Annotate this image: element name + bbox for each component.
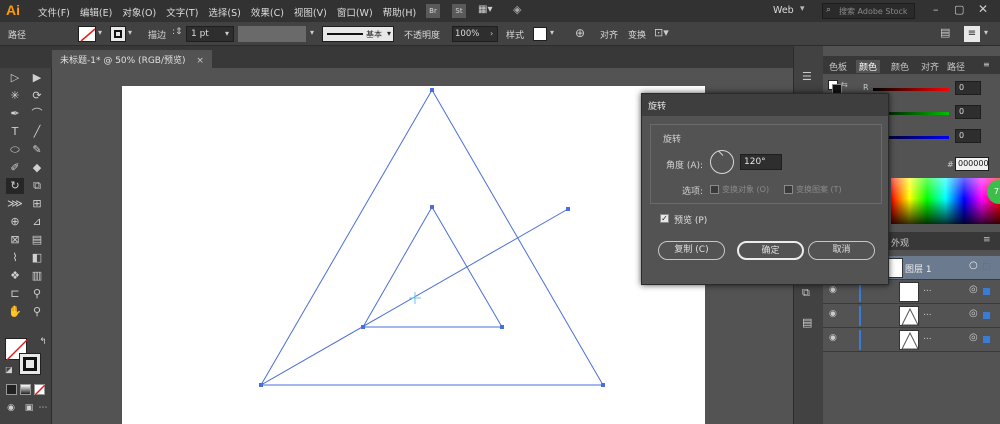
layer-name: 图层 1 (905, 265, 932, 275)
layer-dots: ... (923, 332, 932, 342)
target-icon[interactable]: ◎ (969, 332, 978, 343)
tab-align[interactable]: 对齐 (921, 60, 939, 73)
r-label: R (863, 83, 869, 92)
r-slider[interactable] (873, 88, 949, 91)
tab-color-guide[interactable]: 颜色 (891, 60, 909, 73)
target-icon[interactable]: ◎ (969, 284, 978, 295)
anchor-point (430, 88, 434, 92)
layer-thumbnail (899, 306, 919, 326)
anchor-point (601, 383, 605, 387)
inner-triangle[interactable] (361, 205, 504, 329)
layer-dots: ... (923, 284, 932, 294)
sublayer-row[interactable]: ◉ ... ◎ (823, 304, 1000, 328)
panel-menu-icon[interactable]: ≡ (983, 60, 990, 69)
dialog-title: 旋转 (642, 94, 888, 116)
artboards-icon[interactable]: ⧉ (802, 286, 810, 300)
angle-label: 角度 (A): (666, 161, 704, 171)
layer-dots: ... (923, 308, 932, 318)
transform-objects-label: 变换对象 (O) (722, 185, 770, 194)
color-spectrum[interactable] (891, 178, 1000, 224)
eye-icon[interactable]: ◉ (829, 285, 837, 295)
sublayer-row[interactable]: ◉ ... ◎ (823, 328, 1000, 352)
target-icon[interactable]: ◎ (969, 308, 978, 319)
target-icon[interactable]: ○ (969, 260, 978, 271)
preview-checkbox[interactable]: ✓ (660, 214, 669, 223)
menu-lines-icon[interactable]: ☰ (802, 70, 812, 83)
preview-label: 预览 (P) (674, 216, 708, 226)
anchor-point (500, 325, 504, 329)
rotate-dialog: 旋转 旋转 角度 (A): 120° 选项: 变换对象 (O) 变换图案 (T)… (641, 93, 889, 285)
transform-objects-checkbox[interactable] (710, 185, 719, 194)
tab-pathfinder[interactable]: 路径 (947, 60, 965, 73)
angle-dial-icon[interactable] (710, 150, 734, 174)
hex-field[interactable]: 000000 (955, 157, 989, 171)
layer-thumbnail (899, 330, 919, 350)
tab-appearance[interactable]: 外观 (891, 236, 909, 249)
selection-indicator[interactable] (983, 312, 990, 319)
tab-color[interactable]: 颜色 (856, 60, 881, 73)
r-field[interactable]: 0 (955, 81, 981, 95)
cancel-button[interactable]: 取消 (808, 241, 875, 260)
panel-menu-icon[interactable]: ≡ (983, 235, 991, 245)
outer-triangle[interactable] (259, 88, 605, 387)
swap-icon[interactable]: ⇆ (841, 80, 848, 89)
selection-indicator[interactable] (983, 288, 990, 295)
group-label: 旋转 (660, 132, 685, 145)
eye-icon[interactable]: ◉ (829, 333, 837, 343)
ok-button[interactable]: 确定 (737, 241, 804, 260)
layer-thumbnail (899, 282, 919, 302)
layers-icon[interactable]: ▤ (802, 316, 812, 329)
angle-field[interactable]: 120° (740, 154, 782, 170)
hex-prefix: # (947, 160, 954, 169)
layer-thumbnail (887, 258, 903, 278)
copy-button[interactable]: 复制 (C) (658, 241, 725, 260)
transform-patterns-label: 变换图案 (T) (796, 185, 842, 194)
anchor-point (566, 207, 570, 211)
options-label: 选项: (682, 187, 704, 197)
b-field[interactable]: 0 (955, 129, 981, 143)
anchor-point (430, 205, 434, 209)
eye-icon[interactable]: ◉ (829, 309, 837, 319)
selection-indicator[interactable] (983, 336, 990, 343)
g-field[interactable]: 0 (955, 105, 981, 119)
selection-indicator[interactable] (983, 263, 990, 270)
transform-patterns-checkbox[interactable] (784, 185, 793, 194)
color-panel-tabs: 色板 颜色 颜色 对齐 路径 ≡ (823, 56, 1000, 74)
tab-swatches[interactable]: 色板 (829, 60, 847, 73)
